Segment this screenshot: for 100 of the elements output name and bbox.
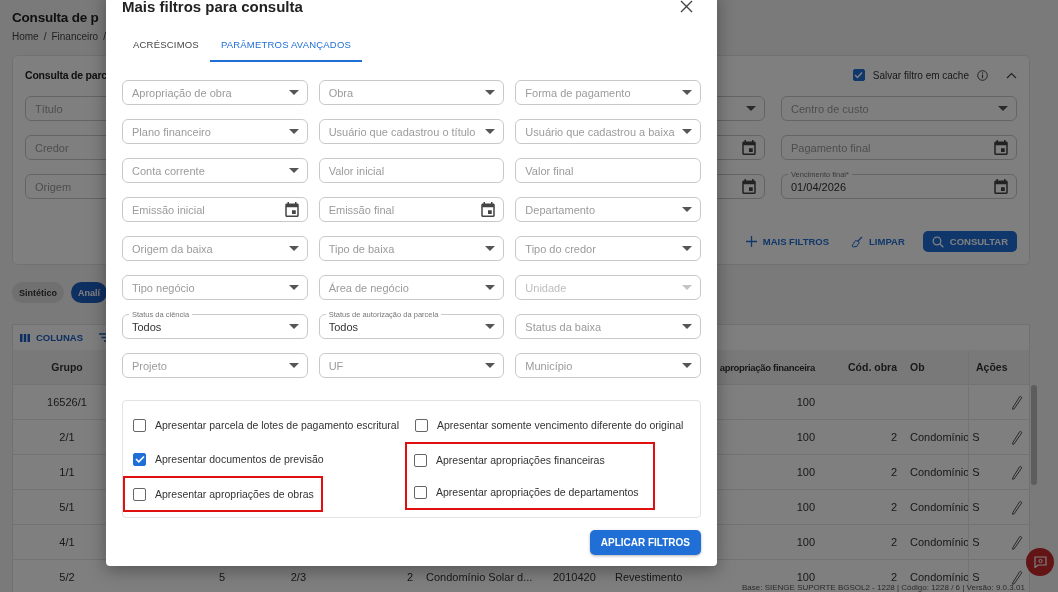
edit-icon[interactable] bbox=[1011, 429, 1023, 445]
table-cell: 5 bbox=[218, 571, 225, 583]
view-toggle-chip[interactable]: Sintético bbox=[12, 282, 64, 303]
checkbox-label[interactable]: Apresentar apropriações de obras bbox=[155, 488, 314, 500]
dropdown-field[interactable]: UF bbox=[318, 353, 505, 378]
chat-icon bbox=[1033, 556, 1047, 568]
dropdown-field[interactable]: Forma de pagamento bbox=[515, 80, 701, 105]
date-field[interactable]: Emissão final bbox=[318, 197, 505, 222]
checkbox-label[interactable]: Apresentar parcela de lotes de pagamento escritural bbox=[155, 419, 399, 431]
table-cell: 5/2 bbox=[59, 571, 75, 583]
checkbox-label[interactable]: Apresentar apropriações de departamentos bbox=[436, 486, 639, 498]
column-header[interactable]: Cód. obra bbox=[848, 361, 897, 373]
dropdown-field[interactable]: Tipo do credor bbox=[515, 236, 701, 261]
caret-icon bbox=[746, 106, 756, 111]
table-cell: 2 bbox=[890, 571, 897, 583]
dialog-title: Mais filtros para consulta bbox=[122, 0, 304, 15]
column-header[interactable]: Ob bbox=[910, 361, 925, 373]
edit-icon[interactable] bbox=[1011, 569, 1023, 585]
columns-button[interactable]: COLUNAS bbox=[20, 332, 83, 343]
checkbox[interactable] bbox=[414, 453, 427, 467]
caret-icon bbox=[288, 363, 299, 368]
dropdown-field[interactable]: Apropriação de obra bbox=[122, 80, 308, 105]
caret-icon bbox=[682, 324, 692, 329]
table-cell: Condomínio S bbox=[910, 536, 980, 548]
table-cell: 2010420 bbox=[553, 571, 596, 583]
caret-icon bbox=[682, 246, 692, 251]
broom-icon bbox=[851, 235, 864, 248]
table-cell: Condomínio S bbox=[910, 431, 980, 443]
date-field[interactable]: Emissão inicial bbox=[122, 197, 308, 222]
edit-icon[interactable] bbox=[1011, 499, 1023, 515]
column-header[interactable]: Grupo bbox=[51, 361, 83, 373]
view-toggle-chip[interactable]: Analí bbox=[71, 282, 108, 303]
caret-icon bbox=[998, 106, 1008, 111]
table-cell: 1/1 bbox=[59, 466, 75, 478]
chevron-up-icon[interactable] bbox=[1006, 71, 1017, 79]
checkbox-label[interactable]: Salvar filtro em cache bbox=[872, 69, 969, 81]
table-cell: 2/1 bbox=[59, 431, 75, 443]
dropdown-field[interactable]: Tipo negócio bbox=[122, 275, 308, 300]
table-cell: 100 bbox=[796, 431, 815, 443]
dropdown-field[interactable]: Origem da baixa bbox=[122, 236, 308, 261]
checkbox[interactable] bbox=[852, 69, 865, 81]
dropdown-field[interactable]: Município bbox=[515, 353, 701, 378]
column-header[interactable]: apropriação financeira bbox=[719, 361, 815, 373]
edit-icon[interactable] bbox=[1011, 394, 1023, 410]
input-field[interactable]: Valor final bbox=[515, 158, 701, 183]
breadcrumb-link[interactable]: Financeiro bbox=[51, 31, 99, 42]
caret-icon bbox=[682, 207, 692, 212]
checkbox[interactable] bbox=[415, 418, 428, 432]
table-cell: 2 bbox=[890, 431, 897, 443]
checkbox-label[interactable]: Apresentar documentos de previsão bbox=[155, 453, 324, 465]
table-cell: Condomínio S bbox=[910, 571, 980, 583]
close-icon[interactable] bbox=[680, 0, 693, 13]
dropdown-field[interactable]: Departamento bbox=[515, 197, 701, 222]
calendar-icon bbox=[284, 202, 299, 217]
checkbox[interactable] bbox=[133, 418, 146, 432]
caret-icon bbox=[288, 90, 299, 95]
input-field[interactable]: Valor inicial bbox=[318, 158, 505, 183]
dropdown-field[interactable]: Tipo de baixa bbox=[318, 236, 505, 261]
checkbox[interactable] bbox=[133, 487, 146, 501]
caret-icon bbox=[288, 168, 299, 173]
apply-filters-button[interactable]: APLICAR FILTROS bbox=[589, 530, 701, 555]
dropdown-field[interactable]: Área de negócio bbox=[318, 275, 505, 300]
table-cell: 100 bbox=[796, 536, 815, 548]
table-cell: 2 bbox=[890, 466, 897, 478]
checkbox[interactable] bbox=[133, 452, 146, 466]
calendar-icon bbox=[994, 179, 1008, 194]
table-cell: 100 bbox=[796, 571, 815, 583]
edit-icon[interactable] bbox=[1011, 534, 1023, 550]
dropdown-field[interactable]: Conta corrente bbox=[122, 158, 308, 183]
dropdown-field[interactable]: Projeto bbox=[122, 353, 308, 378]
dropdown-field[interactable]: Obra bbox=[318, 80, 505, 105]
breadcrumb-separator: / bbox=[103, 31, 106, 42]
dropdown-field[interactable]: Usuário que cadastrou o título bbox=[318, 119, 505, 144]
caret-icon bbox=[288, 324, 299, 329]
caret-icon bbox=[288, 246, 299, 251]
dropdown-field[interactable]: Usuário que cadastrou a baixa bbox=[515, 119, 701, 144]
search-button[interactable]: CONSULTAR bbox=[922, 231, 1017, 252]
dropdown-field[interactable]: Status da baixa bbox=[515, 314, 701, 339]
checkbox-label[interactable]: Apresentar apropriações financeiras bbox=[436, 454, 605, 466]
checkbox-label[interactable]: Apresentar somente vencimento diferente do original bbox=[437, 419, 684, 431]
column-header[interactable]: Ações bbox=[976, 361, 1008, 373]
caret-icon bbox=[485, 90, 496, 95]
caret-icon bbox=[288, 285, 299, 290]
footer-text: Base: SIENGE SUPORTE BGSOL2 - 1228 | Código: 1228 / 6 | Versão: 9.0.3.01 bbox=[742, 583, 1025, 592]
chat-button[interactable] bbox=[1026, 548, 1054, 576]
card-title: Consulta de parc bbox=[25, 69, 107, 81]
dropdown-field[interactable]: Plano financeiro bbox=[122, 119, 308, 144]
breadcrumb-link[interactable]: Home bbox=[12, 31, 39, 42]
scrollbar[interactable] bbox=[1031, 385, 1037, 485]
more-filters-button[interactable]: MAIS FILTROS bbox=[741, 231, 834, 252]
page-title: Consulta de p bbox=[12, 9, 99, 27]
tab[interactable]: ACRÉSCIMOS bbox=[122, 28, 210, 62]
edit-icon[interactable] bbox=[1011, 464, 1023, 480]
clear-button[interactable]: LIMPAR bbox=[847, 231, 909, 252]
tab[interactable]: PARÂMETROS AVANÇADOS bbox=[209, 28, 363, 62]
table-cell: Condomínio S bbox=[910, 466, 980, 478]
caret-icon bbox=[288, 129, 299, 134]
info-icon[interactable] bbox=[977, 69, 988, 81]
table-cell: 5/1 bbox=[59, 501, 75, 513]
checkbox[interactable] bbox=[414, 485, 427, 499]
